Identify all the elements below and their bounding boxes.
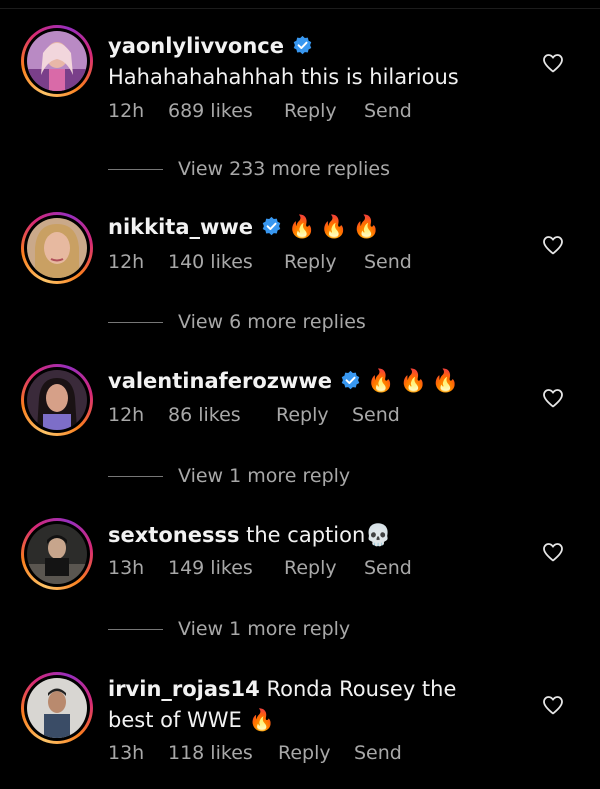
comment-text: irvin_rojas14 Ronda Rousey the best of W… <box>108 674 503 736</box>
reply-button[interactable]: Reply <box>284 100 364 122</box>
timestamp: 13h <box>108 557 145 579</box>
view-replies-button[interactable]: View 233 more replies <box>108 158 390 180</box>
timestamp: 13h <box>108 742 145 764</box>
username[interactable]: nikkita_wwe <box>108 215 253 239</box>
view-replies-label[interactable]: View 1 more reply <box>178 465 350 487</box>
comment-meta: 13h 149 likes Reply Send <box>108 557 412 579</box>
comment-body: the caption💀 <box>246 523 392 547</box>
send-button[interactable]: Send <box>364 251 412 273</box>
view-replies-button[interactable]: View 1 more reply <box>108 618 350 640</box>
timestamp: 12h <box>108 251 145 273</box>
avatar[interactable] <box>21 364 93 436</box>
comment-text: sextonesss the caption💀 <box>108 520 503 551</box>
heart-icon[interactable] <box>541 51 565 75</box>
reply-button[interactable]: Reply <box>276 404 352 426</box>
likes-count[interactable]: 149 likes <box>168 557 284 579</box>
likes-count[interactable]: 118 likes <box>168 742 278 764</box>
likes-count[interactable]: 86 likes <box>168 404 276 426</box>
view-replies-label[interactable]: View 1 more reply <box>178 618 350 640</box>
avatar[interactable] <box>21 25 93 97</box>
username[interactable]: valentinaferozwwe <box>108 369 332 393</box>
username[interactable]: irvin_rojas14 <box>108 677 260 701</box>
top-divider <box>0 8 600 9</box>
comment-text: yaonlylivvonce Hahahahahahhah this is hil… <box>108 31 503 93</box>
replies-divider <box>108 628 163 630</box>
reply-button[interactable]: Reply <box>284 251 364 273</box>
comment-body: Hahahahahahhah this is hilarious <box>108 65 459 89</box>
avatar[interactable] <box>21 672 93 744</box>
verified-badge-icon <box>292 35 313 56</box>
send-button[interactable]: Send <box>364 100 412 122</box>
reply-button[interactable]: Reply <box>284 557 364 579</box>
comment-meta: 12h 86 likes Reply Send <box>108 404 400 426</box>
likes-count[interactable]: 689 likes <box>168 100 284 122</box>
reply-button[interactable]: Reply <box>278 742 354 764</box>
send-button[interactable]: Send <box>364 557 412 579</box>
view-replies-button[interactable]: View 6 more replies <box>108 311 366 333</box>
comment-meta: 12h 689 likes Reply Send <box>108 100 412 122</box>
timestamp: 12h <box>108 100 145 122</box>
likes-count[interactable]: 140 likes <box>168 251 284 273</box>
comment-body: 🔥🔥🔥 <box>367 369 465 394</box>
heart-icon[interactable] <box>541 693 565 717</box>
view-replies-button[interactable]: View 1 more reply <box>108 465 350 487</box>
comment-body: 🔥🔥🔥 <box>288 215 386 240</box>
replies-divider <box>108 475 163 477</box>
avatar[interactable] <box>21 212 93 284</box>
view-replies-label[interactable]: View 6 more replies <box>178 311 366 333</box>
replies-divider <box>108 168 163 170</box>
send-button[interactable]: Send <box>352 404 400 426</box>
view-replies-label[interactable]: View 233 more replies <box>178 158 390 180</box>
send-button[interactable]: Send <box>354 742 402 764</box>
comment-meta: 13h 118 likes Reply Send <box>108 742 402 764</box>
username[interactable]: sextonesss <box>108 523 239 547</box>
comment-text: nikkita_wwe 🔥🔥🔥 <box>108 212 503 243</box>
avatar[interactable] <box>21 518 93 590</box>
comment-text: valentinaferozwwe 🔥🔥🔥 <box>108 366 503 397</box>
verified-badge-icon <box>261 216 282 237</box>
comment-meta: 12h 140 likes Reply Send <box>108 251 412 273</box>
heart-icon[interactable] <box>541 540 565 564</box>
username[interactable]: yaonlylivvonce <box>108 34 284 58</box>
heart-icon[interactable] <box>541 233 565 257</box>
timestamp: 12h <box>108 404 145 426</box>
heart-icon[interactable] <box>541 386 565 410</box>
replies-divider <box>108 321 163 323</box>
verified-badge-icon <box>340 370 361 391</box>
